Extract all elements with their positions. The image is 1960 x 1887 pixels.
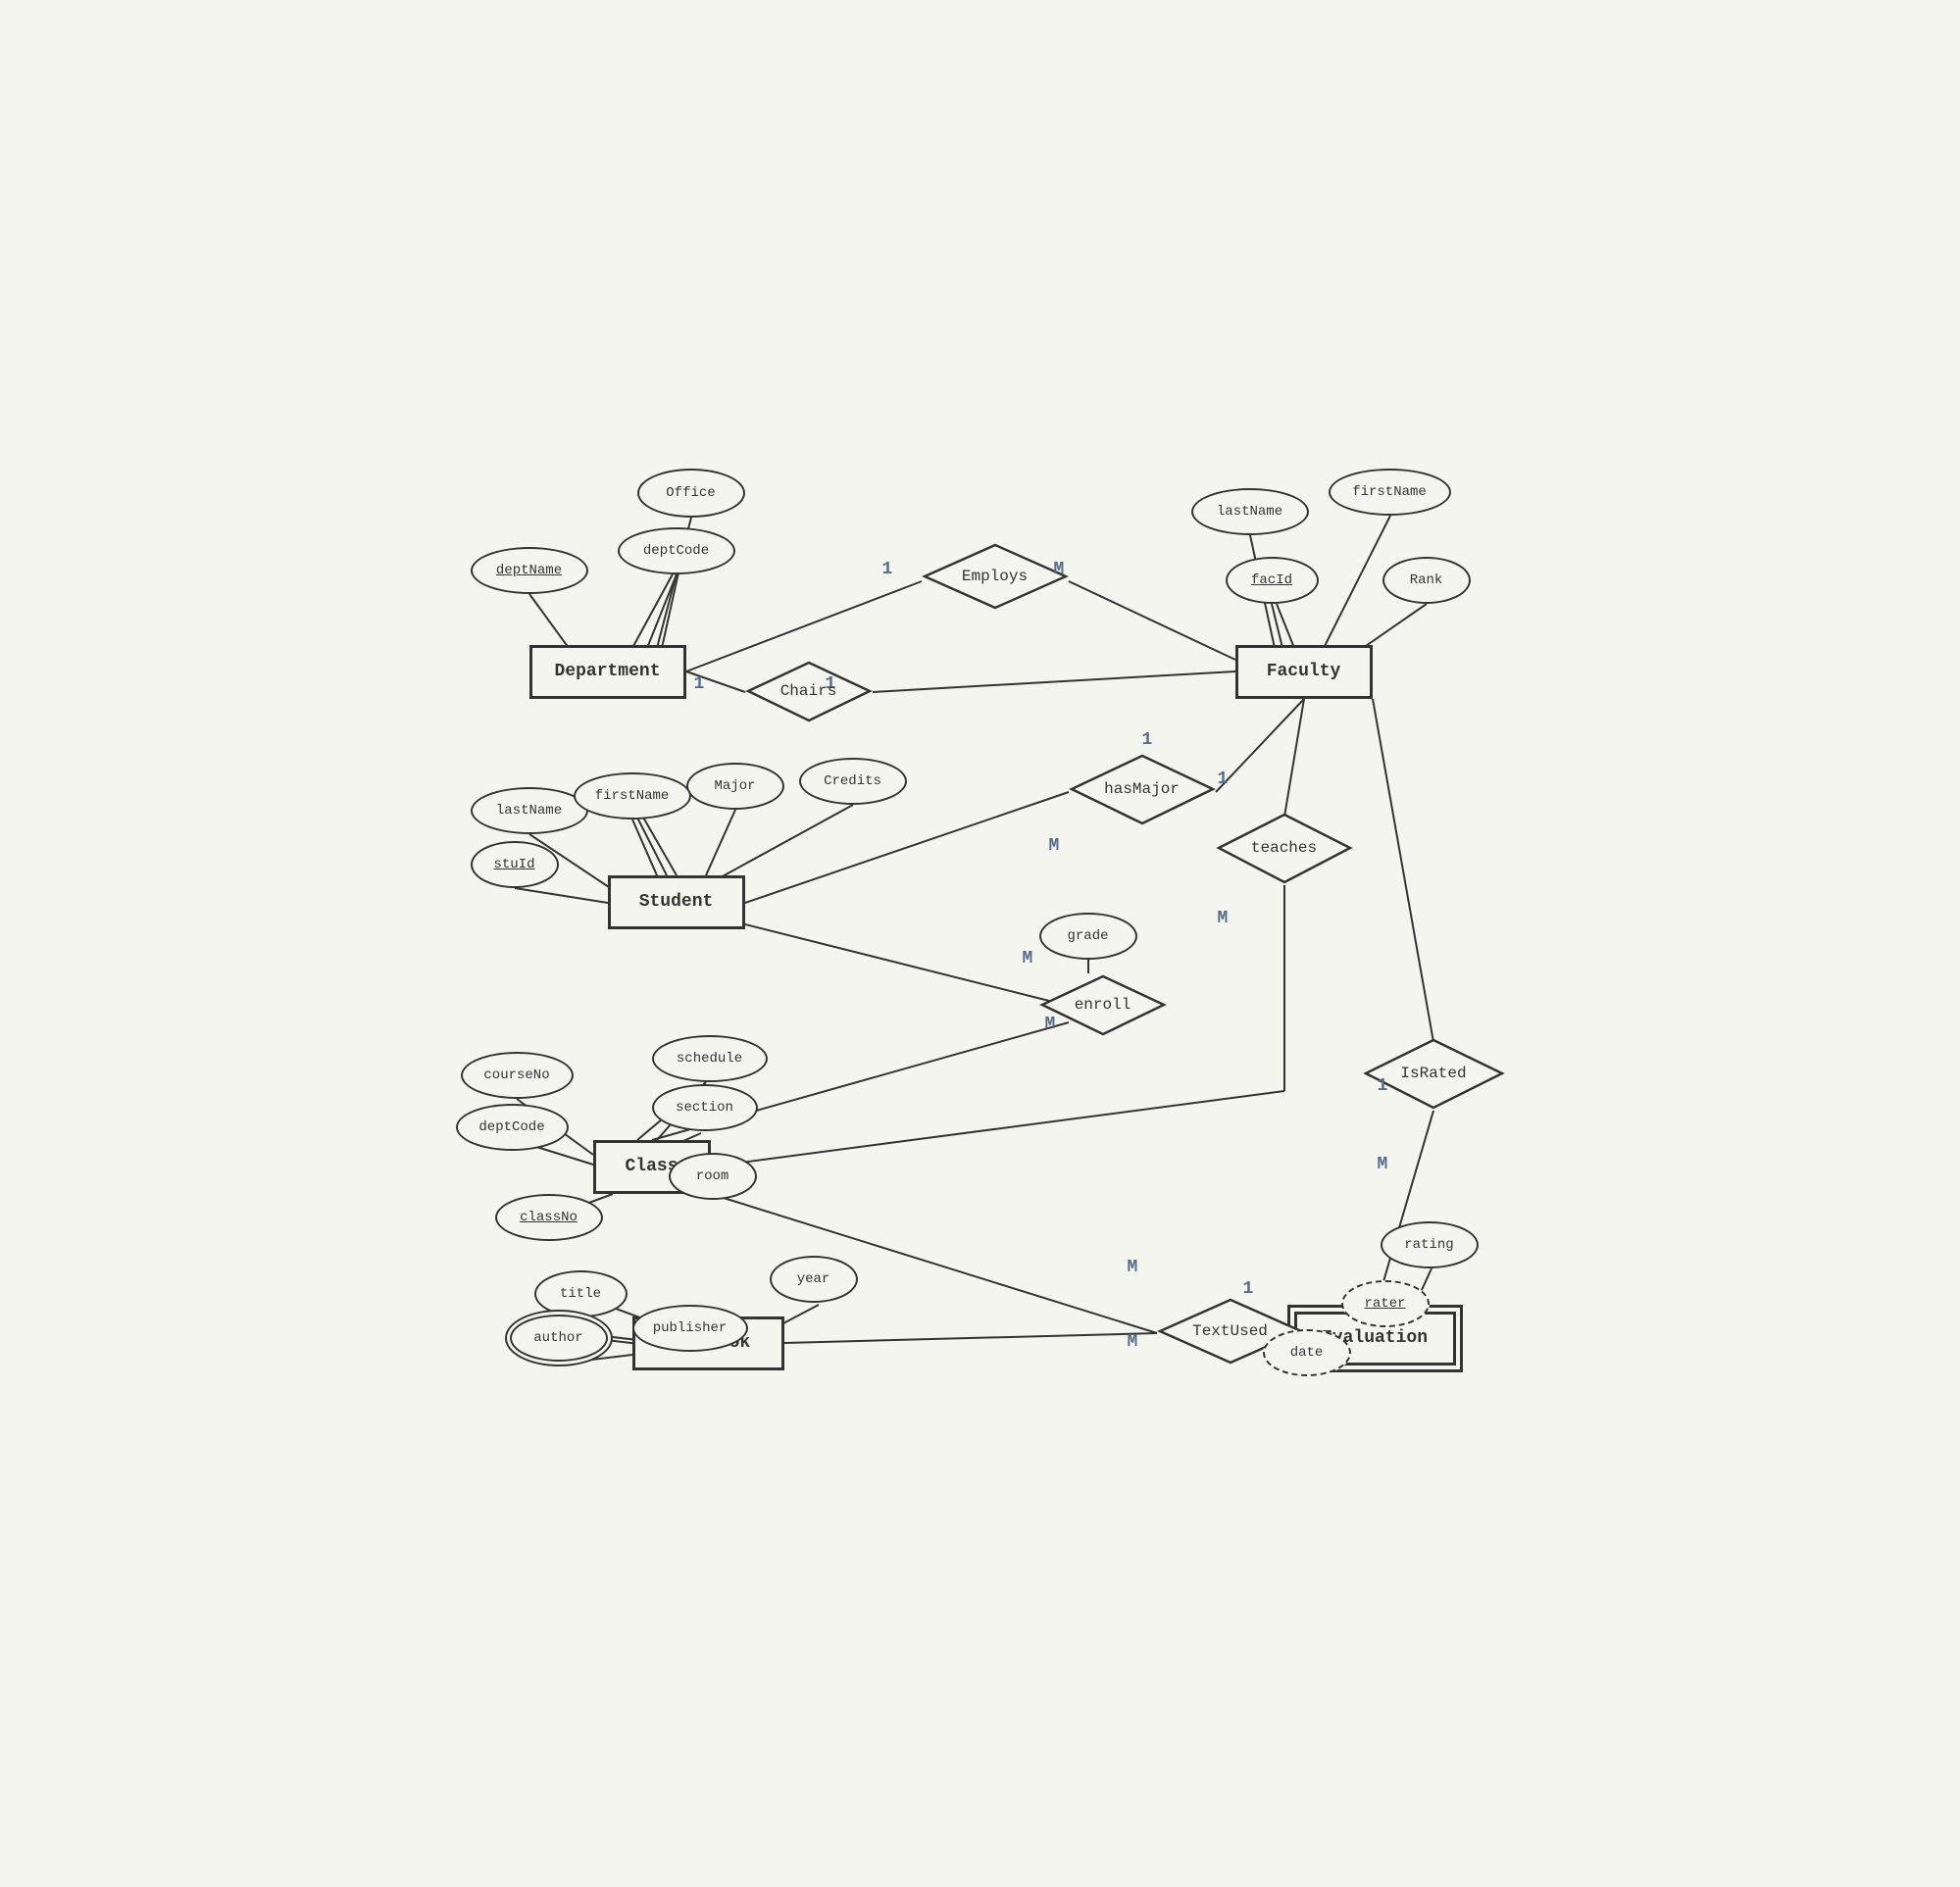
- attr-publisher: publisher: [632, 1305, 748, 1352]
- card-m1: M: [1054, 560, 1065, 579]
- attr-rank: Rank: [1382, 557, 1471, 604]
- attr-deptcode-dept: deptCode: [618, 527, 735, 574]
- attr-section: section: [652, 1084, 758, 1131]
- rel-enroll: enroll: [1039, 973, 1167, 1037]
- card-6: 1: [1218, 770, 1229, 789]
- rel-israted: IsRated: [1363, 1037, 1505, 1111]
- attr-room: room: [669, 1153, 757, 1200]
- card-4: 1: [1142, 730, 1153, 750]
- attr-classno: classNo: [495, 1194, 603, 1241]
- rel-teaches: teaches: [1216, 812, 1353, 885]
- attr-office: Office: [637, 469, 745, 518]
- card-2: 1: [694, 674, 705, 694]
- attr-credits: Credits: [799, 758, 907, 805]
- entity-faculty: Faculty: [1235, 645, 1373, 699]
- card-9: M: [1045, 1015, 1056, 1034]
- rel-employs: Employs: [922, 542, 1069, 611]
- attr-grade: grade: [1039, 913, 1137, 960]
- card-10: M: [1128, 1258, 1138, 1277]
- attr-date: date: [1263, 1329, 1351, 1376]
- card-5: M: [1049, 836, 1060, 856]
- card-7: M: [1218, 909, 1229, 928]
- attr-deptcode-cls: deptCode: [456, 1104, 569, 1151]
- card-11: M: [1128, 1332, 1138, 1352]
- rel-chairs: Chairs: [745, 660, 873, 723]
- card-13: 1: [1378, 1076, 1388, 1096]
- entity-department: Department: [529, 645, 686, 699]
- attr-deptname: deptName: [471, 547, 588, 594]
- attr-firstname-stu: firstName: [574, 772, 691, 819]
- attr-lastname-fac: lastName: [1191, 488, 1309, 535]
- attr-title: title: [534, 1270, 628, 1317]
- rel-hasmajor: hasMajor: [1069, 753, 1216, 826]
- card-14: M: [1378, 1155, 1388, 1174]
- attr-author: author: [510, 1315, 608, 1362]
- attr-courseno: courseNo: [461, 1052, 574, 1099]
- attr-rating: rating: [1381, 1221, 1479, 1268]
- entity-student: Student: [608, 875, 745, 929]
- attr-lastname-stu: lastName: [471, 787, 588, 834]
- attr-stuid: stuId: [471, 841, 559, 888]
- er-diagram: Department Faculty Student Class Textboo…: [441, 454, 1520, 1434]
- card-1: 1: [882, 560, 893, 579]
- card-12: 1: [1243, 1279, 1254, 1299]
- attr-rater: rater: [1341, 1280, 1430, 1327]
- attr-year: year: [770, 1256, 858, 1303]
- attr-major: Major: [686, 763, 784, 810]
- attr-facid: facId: [1226, 557, 1319, 604]
- attr-firstname-fac: firstName: [1329, 469, 1451, 516]
- attr-schedule: schedule: [652, 1035, 768, 1082]
- card-8: M: [1023, 949, 1033, 968]
